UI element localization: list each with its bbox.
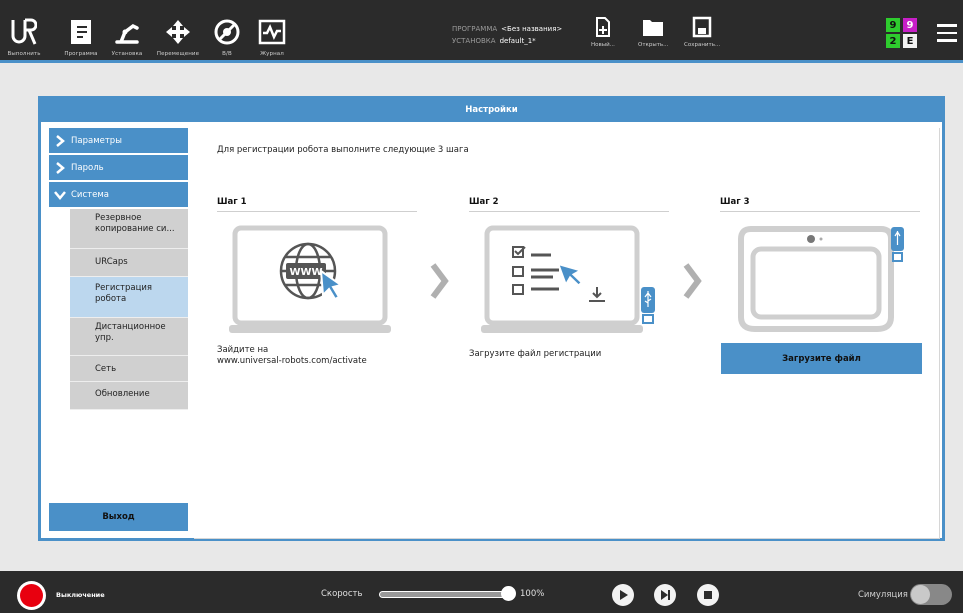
settings-dialog: Настройки Параметры Пароль Система Резер… [38, 96, 945, 541]
speed-slider-fill [380, 592, 508, 597]
badge-green-2[interactable]: 2 [886, 34, 900, 48]
sidebar-item-backup[interactable]: Резервное копирование си... [70, 209, 188, 249]
new-file-icon [595, 17, 610, 37]
badge-e[interactable]: E [903, 34, 917, 48]
sidebar-item-parameters[interactable]: Параметры [49, 128, 188, 154]
new-button[interactable]: Новый... [591, 16, 615, 48]
nav-program[interactable]: Программа [58, 0, 104, 60]
www-text: WWW [289, 267, 322, 278]
stop-button[interactable] [697, 584, 719, 606]
usb-icon [891, 227, 904, 262]
speed-value: 100% [520, 589, 545, 599]
sidebar-item-network[interactable]: Сеть [70, 356, 188, 382]
upload-file-button[interactable]: Загрузите файл [721, 343, 922, 374]
laptop-list-illustration [481, 225, 655, 333]
step-icon [661, 590, 670, 600]
folder-icon [643, 20, 664, 36]
step-2-title: Шаг 2 [469, 197, 499, 207]
nav-io[interactable]: В/В [212, 0, 242, 60]
badge-green[interactable]: 9 [886, 18, 900, 32]
program-info: ПРОГРАММА <Без названия> УСТАНОВКА default… [452, 23, 562, 47]
step-1-text: Зайдите на www.universal-robots.com/acti… [217, 345, 367, 366]
installation-name: default_1* [499, 37, 536, 45]
save-button[interactable]: Сохранить... [684, 16, 720, 48]
step-1-title: Шаг 1 [217, 197, 247, 207]
laptop-globe-illustration: WWW [229, 225, 391, 333]
program-icon [69, 15, 93, 49]
sidebar-item-urcaps[interactable]: URCaps [70, 249, 188, 277]
chevron-right-icon [430, 263, 449, 299]
top-bar: Выполнить Программа Установка Перемещени… [0, 0, 963, 63]
speed-slider-handle[interactable] [501, 586, 516, 601]
nav-run[interactable]: Выполнить [7, 0, 40, 60]
chevron-right-icon [49, 134, 71, 147]
nav-log[interactable]: Журнал [256, 0, 288, 60]
badge-magenta[interactable]: 9 [903, 18, 917, 32]
log-icon [258, 15, 286, 49]
play-button[interactable] [612, 584, 634, 606]
bottom-bar: Выключение Скорость 100% Симуляция [0, 571, 963, 613]
step-1-divider [217, 211, 417, 212]
sidebar-item-password[interactable]: Пароль [49, 155, 188, 181]
step-button[interactable] [654, 584, 676, 606]
move-icon [164, 15, 192, 49]
nav-installation[interactable]: Установка [104, 0, 150, 60]
installation-label: УСТАНОВКА [452, 37, 496, 45]
open-button[interactable]: Открыть... [638, 16, 668, 48]
speed-label: Скорость [321, 589, 363, 599]
speed-slider[interactable] [379, 591, 509, 598]
teach-pendant-illustration [738, 226, 904, 332]
chevron-right-icon [683, 263, 702, 299]
intro-text: Для регистрации робота выполните следующ… [217, 145, 469, 155]
dialog-title: Настройки [41, 99, 942, 122]
step-2-text: Загрузите файл регистрации [469, 349, 602, 359]
sidebar-item-remote[interactable]: Дистанционное упр. [70, 318, 188, 356]
nav-move[interactable]: Перемещение [152, 0, 204, 60]
sidebar-item-system[interactable]: Система [49, 182, 188, 208]
power-icon [20, 584, 43, 607]
sidebar-item-update[interactable]: Обновление [70, 382, 188, 410]
usb-icon [641, 287, 655, 324]
step-3-divider [720, 211, 920, 212]
step-2-divider [469, 211, 669, 212]
stop-icon [704, 591, 712, 599]
simulation-toggle[interactable] [910, 584, 952, 605]
save-icon [692, 16, 712, 38]
simulation-label: Симуляция [858, 590, 908, 600]
ur-logo-icon [11, 15, 37, 49]
toggle-knob [911, 585, 930, 604]
program-label: ПРОГРАММА [452, 25, 498, 33]
robot-status: Выключение [56, 591, 105, 599]
play-icon [620, 590, 628, 600]
menu-icon[interactable] [937, 24, 957, 47]
power-button[interactable] [17, 581, 46, 610]
io-icon [213, 15, 241, 49]
exit-button[interactable]: Выход [49, 503, 188, 531]
program-name: <Без названия> [501, 25, 563, 33]
chevron-right-icon [49, 161, 71, 174]
step-3-title: Шаг 3 [720, 197, 750, 207]
chevron-down-icon [49, 190, 71, 200]
installation-icon [113, 15, 141, 49]
sidebar: Параметры Пароль Система Резервное копир… [49, 128, 188, 533]
sidebar-item-registration[interactable]: Регистрация робота [70, 277, 188, 318]
